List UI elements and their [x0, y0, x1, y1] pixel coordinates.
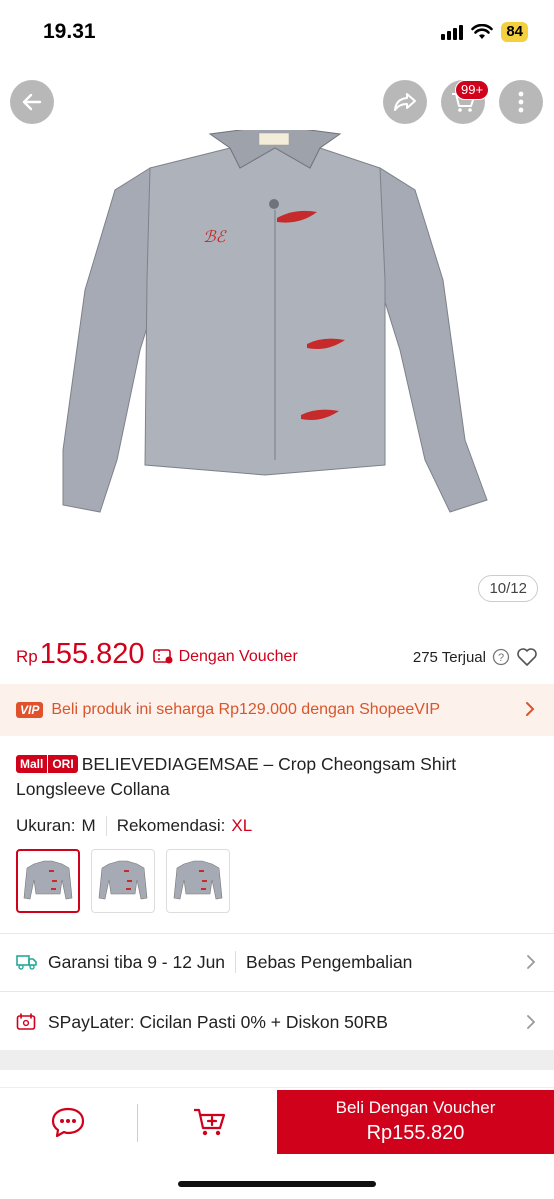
svg-text:?: ? — [498, 652, 504, 664]
product-image-gallery[interactable]: ℬℰ 99+ 10/12 — [0, 66, 554, 614]
add-to-cart-icon — [194, 1108, 226, 1136]
spaylater-row[interactable]: SPayLater: Cicilan Pasti 0% + Diskon 50R… — [16, 994, 536, 1050]
shopee-vip-banner[interactable]: VIP Beli produk ini seharga Rp129.000 de… — [0, 684, 554, 736]
free-returns-text: Bebas Pengembalian — [246, 951, 413, 972]
home-indicator — [178, 1181, 376, 1187]
product-title: Mall ORI BELIEVEDIAGEMSAE – Crop Cheongsa… — [16, 752, 524, 802]
more-options-button[interactable] — [499, 80, 543, 124]
divider — [0, 991, 554, 992]
buy-button-price: Rp155.820 — [366, 1122, 465, 1144]
product-title-text: BELIEVEDIAGEMSAE – Crop Cheongsam Shirt … — [16, 754, 457, 799]
shipping-row[interactable]: Garansi tiba 9 - 12 Jun Bebas Pengembali… — [16, 934, 536, 990]
more-vertical-icon — [518, 91, 524, 113]
product-image: ℬℰ — [62, 130, 488, 513]
image-counter: 10/12 — [478, 575, 538, 602]
voucher-icon — [152, 649, 173, 664]
vip-text: Beli produk ini seharga Rp129.000 dengan… — [51, 701, 441, 718]
sold-count: 275 Terjual ? — [413, 647, 538, 667]
size-value: M — [81, 816, 96, 835]
buy-with-voucher-button[interactable]: Beli Dengan Voucher Rp155.820 — [277, 1090, 554, 1154]
heart-icon[interactable] — [516, 647, 538, 667]
wifi-icon — [471, 24, 494, 39]
recommendation-value: XL — [231, 816, 253, 835]
sold-text: 275 Terjual — [412, 648, 486, 666]
share-button[interactable] — [383, 80, 427, 124]
chat-button[interactable] — [50, 1106, 86, 1143]
status-time: 19.31 — [43, 20, 96, 43]
mall-ori-badge: Mall ORI — [16, 755, 78, 773]
add-to-cart-button[interactable] — [192, 1106, 226, 1143]
size-selector-header: Ukuran: M Rekomendasi: XL — [16, 816, 252, 836]
variant-thumbnail[interactable] — [16, 849, 80, 913]
recommendation-label: Rekomendasi: — [116, 816, 226, 835]
spaylater-icon — [16, 1013, 40, 1031]
chat-icon — [51, 1107, 85, 1138]
signal-icon — [441, 24, 464, 40]
svg-text:ℬℰ: ℬℰ — [203, 227, 228, 246]
thumbnail-image — [98, 860, 148, 900]
status-bar: 19.31 84 — [0, 0, 554, 66]
variant-thumbnail[interactable] — [91, 849, 155, 913]
chevron-right-icon — [526, 702, 535, 716]
price-value: 155.820 — [39, 637, 145, 670]
buy-button-label: Beli Dengan Voucher — [335, 1098, 496, 1117]
size-label: Ukuran: — [16, 816, 76, 835]
voucher-label[interactable]: Dengan Voucher — [179, 648, 298, 666]
thumbnail-image — [173, 860, 223, 900]
chevron-right-icon — [527, 1015, 536, 1029]
ori-badge-label: ORI — [47, 755, 78, 773]
chevron-right-icon — [527, 955, 536, 969]
status-icons: 84 — [441, 22, 528, 42]
delivery-guarantee-text: Garansi tiba 9 - 12 Jun — [48, 951, 226, 972]
section-separator — [0, 1050, 554, 1070]
share-icon — [394, 93, 416, 111]
mall-badge-label: Mall — [16, 755, 48, 773]
variant-thumbnails — [16, 849, 230, 913]
variant-thumbnail[interactable] — [166, 849, 230, 913]
arrow-left-icon — [22, 93, 42, 111]
price-row: Rp 155.820 Dengan Voucher 275 Terjual ? — [16, 634, 538, 674]
truck-icon — [16, 954, 40, 970]
cart-count-badge: 99+ — [455, 80, 490, 100]
price-currency: Rp — [16, 647, 38, 666]
help-icon[interactable]: ? — [492, 648, 510, 666]
spaylater-text: SPayLater: Cicilan Pasti 0% + Diskon 50R… — [48, 1011, 388, 1032]
vip-tag: VIP — [16, 702, 44, 718]
battery-indicator: 84 — [501, 22, 528, 42]
back-button[interactable] — [10, 80, 54, 124]
thumbnail-image — [23, 860, 73, 900]
bottom-bar-separator — [137, 1104, 138, 1142]
